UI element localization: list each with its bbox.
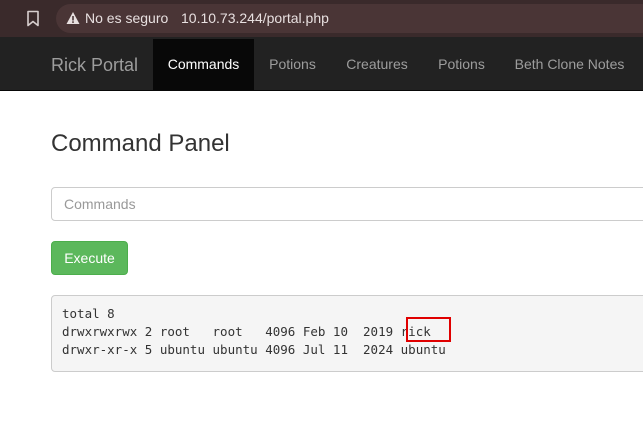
output-line: drwxr-xr-x 5 ubuntu ubuntu 4096 Jul 11 2… <box>62 342 446 357</box>
nav-item-beth-clone-notes[interactable]: Beth Clone Notes <box>500 39 639 90</box>
nav-item-commands[interactable]: Commands <box>153 39 254 90</box>
highlight-annotation <box>406 317 451 342</box>
url-text[interactable]: 10.10.73.244/portal.php <box>181 10 329 27</box>
nav-item-potions-2[interactable]: Potions <box>423 39 500 90</box>
brand-link[interactable]: Rick Portal <box>51 55 138 75</box>
warning-icon[interactable] <box>66 11 80 25</box>
bookmark-icon[interactable] <box>26 10 40 27</box>
command-input[interactable] <box>51 187 643 221</box>
execute-button[interactable]: Execute <box>51 241 128 275</box>
page-title: Command Panel <box>51 130 230 157</box>
output-line: total 8 <box>62 306 115 321</box>
nav-item-creatures[interactable]: Creatures <box>331 39 423 90</box>
nav-item-potions[interactable]: Potions <box>254 39 331 90</box>
security-status-label[interactable]: No es seguro <box>85 10 168 27</box>
output-line: drwxrwxrwx 2 root root 4096 Feb 10 2019 … <box>62 324 431 339</box>
